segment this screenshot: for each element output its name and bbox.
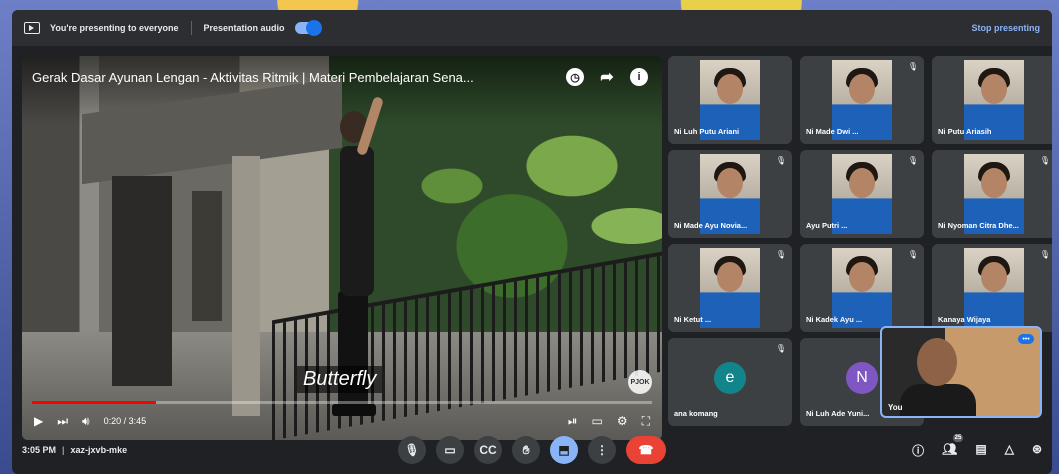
call-controls: 🎙︎ ▭ CC ✋︎ ⬒ ⋮ ☎ bbox=[398, 436, 666, 464]
people-icon[interactable]: 👥︎ 25 bbox=[942, 433, 964, 459]
divider bbox=[190, 21, 192, 35]
shared-video[interactable]: Gerak Dasar Ayunan Lengan - Aktivitas Ri… bbox=[22, 56, 662, 440]
participant-tile[interactable]: 🎙︎ Ni Ketut ... bbox=[668, 244, 792, 332]
camera-icon[interactable]: ▭ bbox=[436, 436, 464, 464]
toggle-knob bbox=[305, 20, 322, 36]
participant-tile[interactable]: Ni Putu Ariasih bbox=[932, 56, 1052, 144]
participant-tile[interactable]: e 🎙︎ ana komang bbox=[668, 338, 792, 426]
video-top-icons: ◷ ➦ i bbox=[566, 68, 648, 86]
people-count-badge: 25 bbox=[952, 433, 964, 442]
participant-name: ana komang bbox=[674, 409, 718, 418]
participant-tile[interactable]: 🎙︎ Ayu Putri ... bbox=[800, 150, 924, 238]
participant-avatar: N bbox=[846, 362, 878, 394]
mic-off-icon: 🎙︎ bbox=[775, 344, 786, 353]
participant-name: Ni Kadek Ayu ... bbox=[806, 315, 863, 324]
self-view-tile[interactable]: ••• You bbox=[880, 326, 1042, 418]
participant-name: Ni Made Ayu Novia... bbox=[674, 221, 748, 230]
participant-name: Ayu Putri ... bbox=[806, 221, 848, 230]
participant-face bbox=[717, 262, 743, 292]
host-controls-icon[interactable]: ⊛ bbox=[1032, 442, 1042, 459]
side-panel-controls: ⓘ 👥︎ 25 ▤ △ ⊛ bbox=[912, 433, 1042, 459]
more-vert-icon[interactable]: ⋮ bbox=[588, 436, 616, 464]
participant-face bbox=[849, 74, 875, 104]
participant-name: Kanaya Wijaya bbox=[938, 315, 991, 324]
activities-icon[interactable]: △ bbox=[1005, 442, 1014, 459]
mic-off-icon: 🎙︎ bbox=[1039, 250, 1050, 259]
meet-window: You're presenting to everyone Presentati… bbox=[12, 10, 1052, 474]
mic-off-icon: 🎙︎ bbox=[775, 156, 786, 165]
participant-tile[interactable]: 🎙︎ Ni Made Dwi ... bbox=[800, 56, 924, 144]
participant-avatar: e bbox=[714, 362, 746, 394]
person-legs bbox=[338, 291, 368, 411]
video-title[interactable]: Gerak Dasar Ayunan Lengan - Aktivitas Ri… bbox=[32, 70, 572, 85]
participant-face bbox=[717, 74, 743, 104]
chat-icon[interactable]: ▤ bbox=[975, 442, 986, 459]
video-progress-fill bbox=[32, 401, 156, 404]
mic-icon[interactable]: 🎙︎ bbox=[398, 436, 426, 464]
video-pillar bbox=[232, 156, 260, 416]
video-door bbox=[112, 176, 172, 386]
participant-tile[interactable]: 🎙︎ Ni Nyoman Citra Dhe... bbox=[932, 150, 1052, 238]
present-icon[interactable]: ⬒ bbox=[550, 436, 578, 464]
share-icon[interactable]: ➦ bbox=[598, 68, 616, 86]
participant-face bbox=[981, 168, 1007, 198]
video-window bbox=[192, 191, 222, 321]
captions-icon[interactable]: CC bbox=[474, 436, 502, 464]
person-body bbox=[340, 146, 374, 296]
meeting-time: 3:05 PM bbox=[22, 445, 57, 455]
stop-presenting-button[interactable]: Stop presenting bbox=[971, 23, 1040, 33]
participant-face bbox=[717, 168, 743, 198]
clock-icon[interactable]: ◷ bbox=[566, 68, 584, 86]
participant-face bbox=[849, 168, 875, 198]
mic-off-icon: 🎙︎ bbox=[907, 62, 918, 71]
channel-logo[interactable]: PJOK bbox=[628, 370, 652, 394]
info-panel-icon[interactable]: ⓘ bbox=[912, 442, 924, 459]
video-time: 0:20 / 3:45 bbox=[103, 416, 147, 426]
presentation-audio-toggle[interactable] bbox=[294, 20, 322, 36]
participant-tile[interactable]: 🎙︎ Ni Kadek Ayu ... bbox=[800, 244, 924, 332]
participant-name: Ni Luh Putu Ariani bbox=[674, 127, 740, 136]
participant-name: Ni Putu Ariasih bbox=[938, 127, 992, 136]
mic-off-icon: 🎙︎ bbox=[1039, 156, 1050, 165]
participant-tile[interactable]: 🎙︎ Ni Made Ayu Novia... bbox=[668, 150, 792, 238]
participant-name: Ni Ketut ... bbox=[674, 315, 712, 324]
self-body bbox=[900, 384, 976, 416]
meeting-code[interactable]: xaz-jxvb-mke bbox=[71, 445, 128, 455]
present-screen-icon bbox=[24, 22, 40, 34]
participant-face bbox=[849, 262, 875, 292]
presentation-audio-label: Presentation audio bbox=[203, 23, 285, 33]
presenting-bar: You're presenting to everyone Presentati… bbox=[12, 10, 1052, 46]
participant-face bbox=[981, 262, 1007, 292]
video-progress-bar[interactable] bbox=[32, 401, 652, 404]
participant-name: Ni Made Dwi ... bbox=[806, 127, 859, 136]
more-options-icon[interactable]: ••• bbox=[1018, 334, 1034, 344]
self-face bbox=[917, 338, 957, 386]
raise-hand-icon[interactable]: ✋︎ bbox=[512, 436, 540, 464]
participant-name: Ni Nyoman Citra Dhe... bbox=[938, 221, 1019, 230]
bottom-bar: 3:05 PM | xaz-jxvb-mke 🎙︎ ▭ CC ✋︎ ⬒ ⋮ ☎ … bbox=[12, 426, 1052, 474]
separator: | bbox=[62, 445, 65, 455]
participant-tile[interactable]: Ni Luh Putu Ariani bbox=[668, 56, 792, 144]
hang-up-icon[interactable]: ☎ bbox=[626, 436, 666, 464]
info-icon[interactable]: i bbox=[630, 68, 648, 86]
participant-face bbox=[981, 74, 1007, 104]
presenting-text: You're presenting to everyone bbox=[50, 23, 179, 33]
video-roof bbox=[82, 77, 342, 185]
mic-off-icon: 🎙︎ bbox=[907, 250, 918, 259]
mic-off-icon: 🎙︎ bbox=[775, 250, 786, 259]
mic-off-icon: 🎙︎ bbox=[907, 156, 918, 165]
video-caption: Butterfly bbox=[297, 366, 383, 393]
participant-tile[interactable]: 🎙︎ Kanaya Wijaya bbox=[932, 244, 1052, 332]
self-name: You bbox=[888, 403, 903, 412]
meeting-details: 3:05 PM | xaz-jxvb-mke bbox=[22, 445, 127, 455]
